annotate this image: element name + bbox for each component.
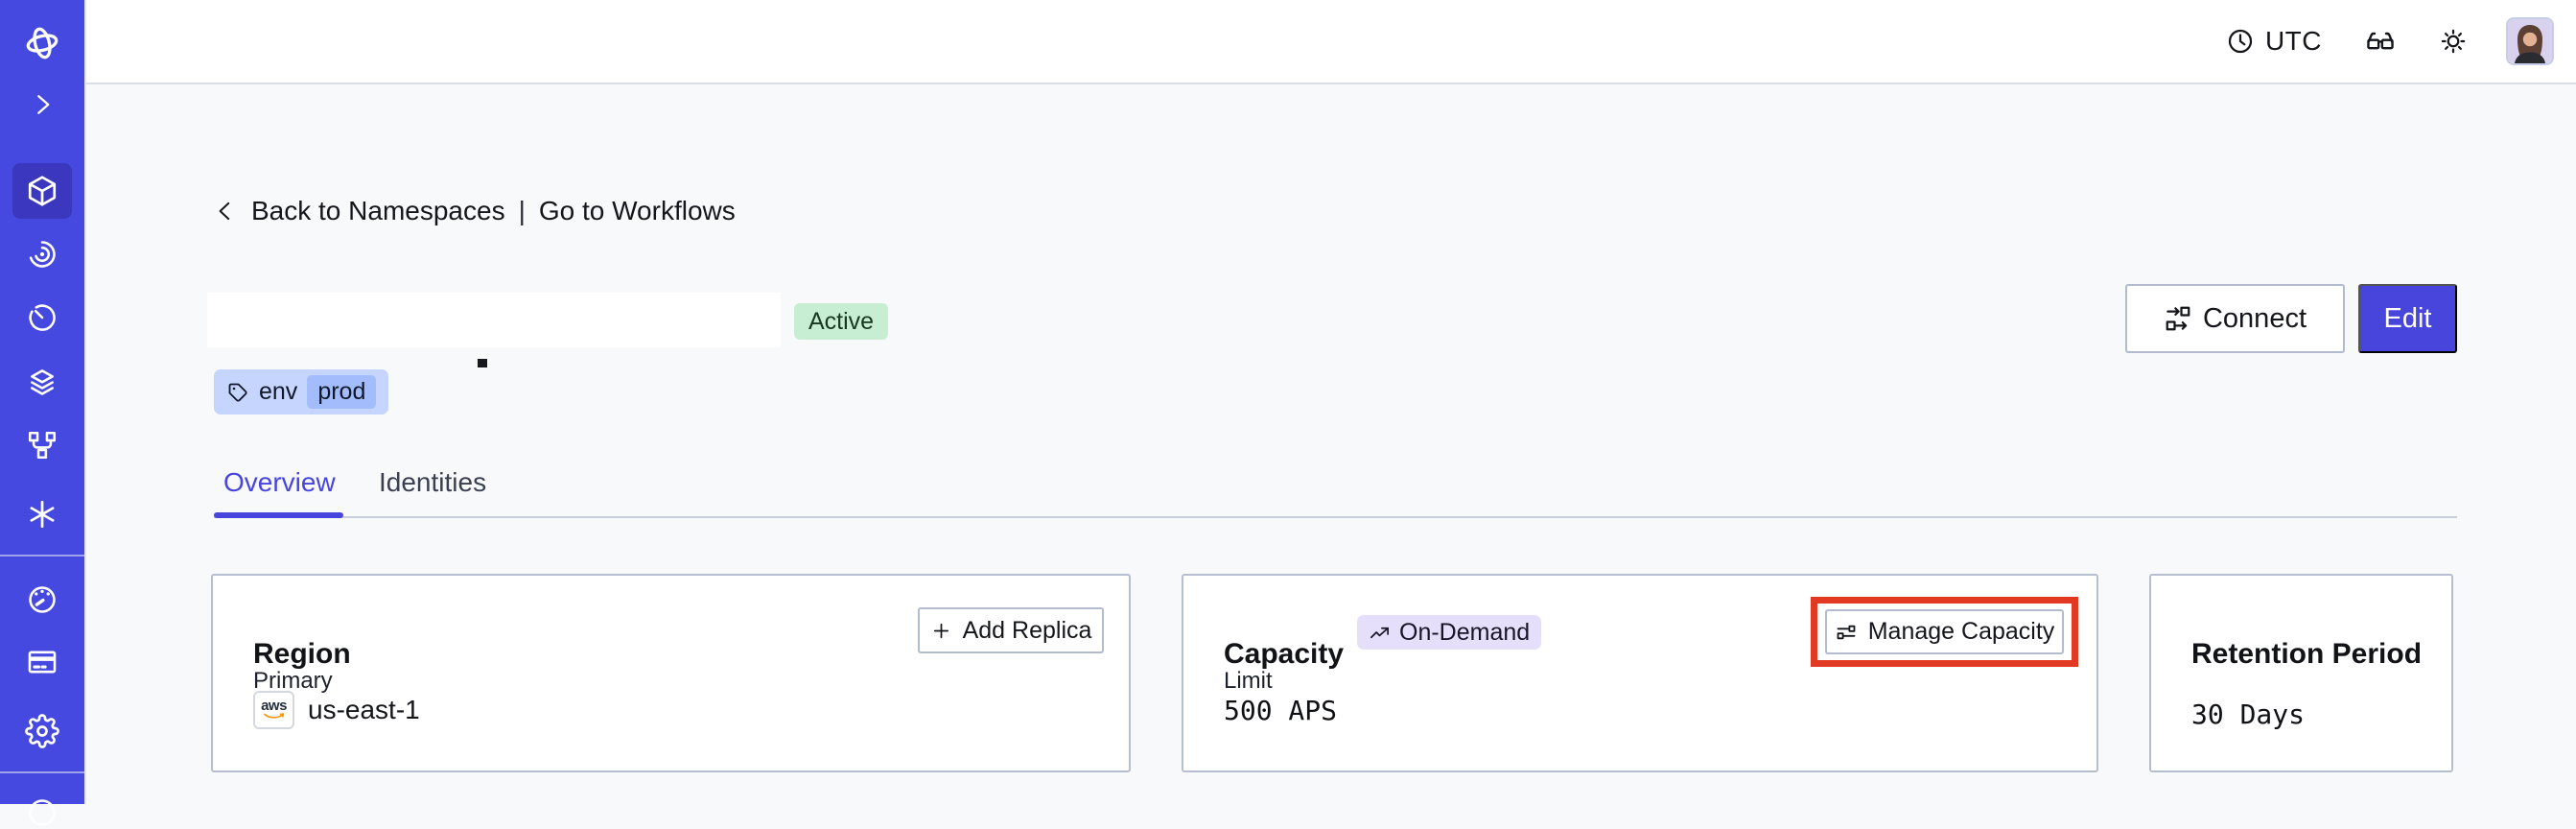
chevron-right-icon [37, 95, 50, 114]
connect-button-label: Connect [2202, 302, 2307, 334]
branch-icon [28, 431, 57, 460]
region-value: us-east-1 [308, 695, 420, 724]
asterisk-icon [30, 500, 55, 529]
edit-button-label: Edit [2383, 302, 2432, 334]
avatar-image [2508, 19, 2552, 63]
sidebar-divider [0, 771, 84, 773]
status-badge: Active [794, 303, 889, 340]
click-highlight-annotation: Manage Capacity [1811, 597, 2078, 667]
timezone-label: UTC [2264, 26, 2322, 56]
sidebar-item-deployments[interactable] [0, 429, 84, 462]
retention-value: 30 Days [2191, 699, 2306, 730]
sidebar-item-settings[interactable] [0, 714, 84, 748]
capacity-value: 500 APS [1224, 695, 1338, 726]
sidebar-item-batch-operations[interactable] [0, 366, 84, 398]
help-circle-icon [29, 799, 56, 826]
region-card-title: Region [253, 637, 351, 670]
schedules-timer-icon [29, 304, 56, 331]
on-demand-badge: On-Demand [1357, 615, 1542, 650]
namespace-tag: env prod [214, 369, 389, 414]
sidebar-item-billing[interactable] [0, 646, 84, 678]
aws-provider-icon: aws [253, 691, 294, 729]
sidebar-item-schedules[interactable] [0, 301, 84, 334]
breadcrumb-back-link[interactable]: Back to Namespaces [251, 196, 505, 226]
chevron-left-icon[interactable] [213, 199, 238, 224]
add-replica-label: Add Replica [962, 616, 1092, 644]
tag-value: prod [307, 375, 377, 409]
sidebar-nav [0, 0, 86, 826]
region-card: Region Add Replica Primary aws us-east-1 [211, 574, 1131, 772]
labs-toggle-button[interactable] [2365, 26, 2396, 57]
sidebar-item-nexus[interactable] [0, 497, 84, 532]
tab-overview[interactable]: Overview [223, 467, 336, 498]
redacted-text-fragment [478, 359, 487, 367]
gear-icon [25, 714, 59, 748]
active-tab-underline [214, 512, 343, 518]
gauge-icon [29, 586, 56, 613]
retention-card: Retention Period 30 Days [2149, 574, 2453, 772]
sliders-icon [1837, 625, 1856, 639]
sidebar-item-namespaces[interactable] [12, 163, 72, 219]
cube-icon [28, 176, 57, 206]
breadcrumb: Back to Namespaces | Go to Workflows [213, 196, 736, 226]
tag-key: env [259, 378, 298, 405]
sidebar-item-workflows[interactable] [0, 238, 84, 271]
sidebar-expand-button[interactable] [0, 90, 84, 119]
layers-icon [31, 369, 54, 395]
user-avatar[interactable] [2506, 17, 2554, 65]
trending-up-icon [1370, 627, 1389, 638]
aws-logo-text: aws [261, 698, 287, 714]
sidebar-item-help[interactable] [0, 796, 84, 829]
temporal-logo-icon [26, 27, 59, 59]
workflows-spiral-icon [29, 241, 56, 268]
tab-identities[interactable]: Identities [379, 467, 486, 498]
glasses-icon [2367, 32, 2394, 50]
breadcrumb-divider: | [518, 196, 526, 225]
top-bar: UTC [86, 0, 2576, 84]
capacity-card-title: Capacity [1224, 637, 1345, 670]
aws-smile-icon [263, 713, 284, 719]
sidebar-item-home[interactable] [0, 22, 84, 64]
sidebar-item-usage[interactable] [0, 583, 84, 616]
tag-icon [228, 383, 247, 402]
theme-toggle-button[interactable] [2439, 27, 2468, 56]
manage-capacity-button[interactable]: Manage Capacity [1825, 609, 2064, 654]
credit-card-icon [28, 651, 57, 674]
top-bar-controls: UTC [2226, 0, 2554, 83]
retention-card-title: Retention Period [2191, 637, 2423, 670]
on-demand-label: On-Demand [1399, 618, 1531, 646]
manage-capacity-label: Manage Capacity [1867, 618, 2055, 645]
connect-flow-icon [2166, 306, 2190, 331]
status-badge-label: Active [808, 307, 875, 335]
namespace-title-redacted [207, 293, 781, 347]
timezone-selector[interactable]: UTC [2226, 26, 2322, 57]
add-replica-button[interactable]: Add Replica [918, 607, 1104, 653]
region-value-row: aws us-east-1 [253, 691, 420, 729]
sun-icon [2441, 29, 2466, 54]
limit-label: Limit [1224, 668, 1273, 694]
clock-icon [2228, 29, 2253, 54]
connect-button[interactable]: Connect [2125, 284, 2345, 353]
sidebar-divider [0, 555, 84, 557]
capacity-card: Capacity On-Demand Manage Capacity Limit… [1182, 574, 2098, 772]
plus-icon [933, 623, 948, 638]
breadcrumb-workflows-link[interactable]: Go to Workflows [539, 196, 736, 226]
edit-button[interactable]: Edit [2358, 284, 2457, 353]
tabs-divider-line [214, 516, 2457, 518]
